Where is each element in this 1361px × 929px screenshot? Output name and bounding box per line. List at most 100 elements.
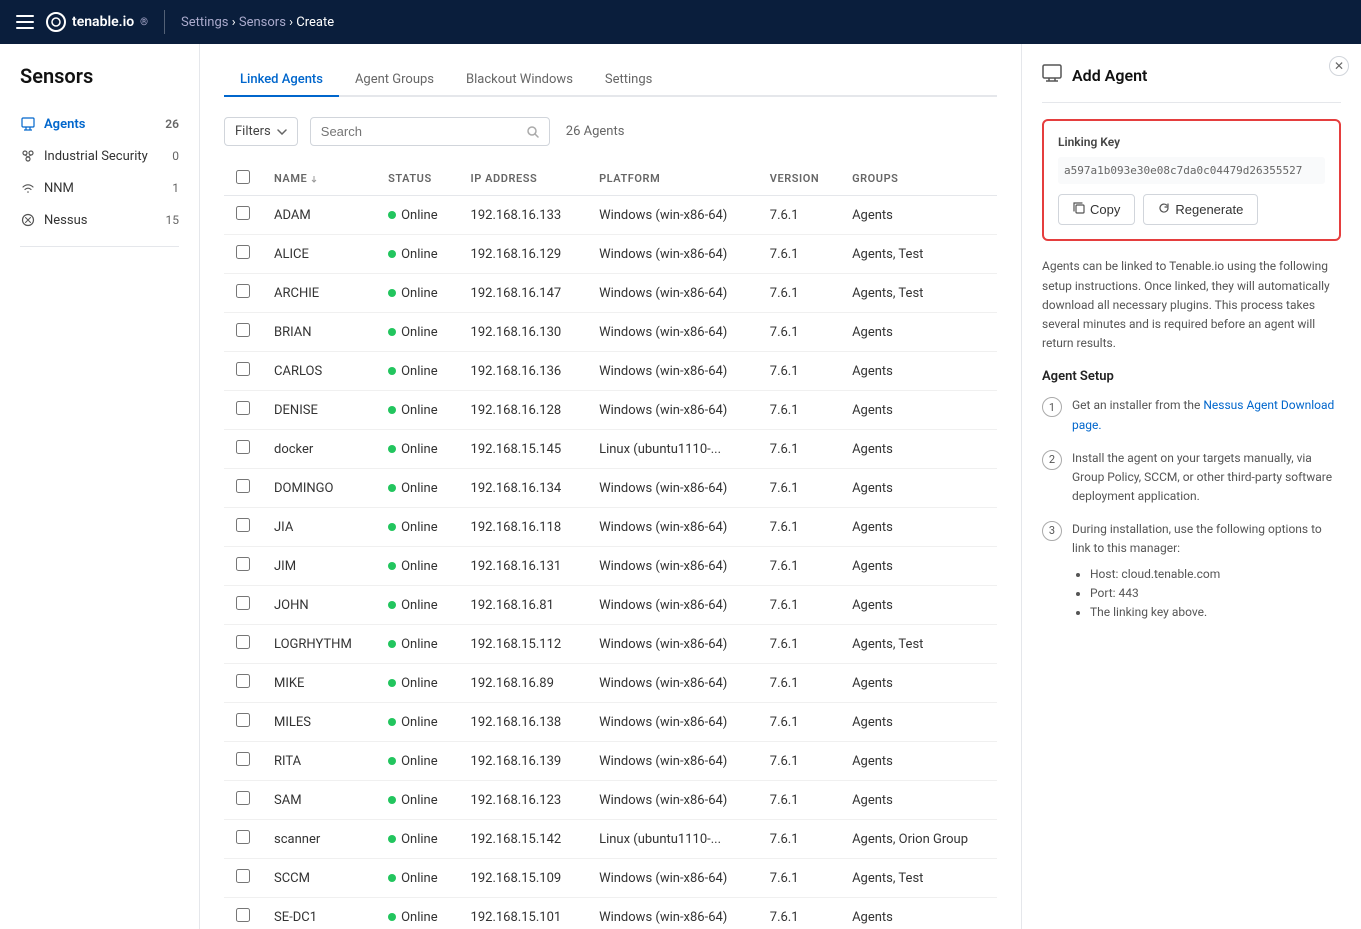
row-checkbox[interactable] (236, 518, 250, 532)
row-checkbox[interactable] (236, 362, 250, 376)
breadcrumb-settings[interactable]: Settings (181, 15, 228, 30)
name-sort[interactable]: NAME (274, 172, 318, 185)
row-name: BRIAN (262, 313, 376, 352)
select-all-checkbox[interactable] (236, 170, 250, 184)
tabs-bar: Linked Agents Agent Groups Blackout Wind… (224, 64, 997, 97)
status-dot (388, 484, 396, 492)
row-platform: Windows (win-x86-64) (587, 703, 758, 742)
status-text: Online (401, 520, 438, 535)
row-platform: Windows (win-x86-64) (587, 664, 758, 703)
row-checkbox[interactable] (236, 479, 250, 493)
row-status: Online (376, 586, 458, 625)
main-layout: Sensors Agents 26 Industrial Security 0 … (0, 44, 1361, 929)
row-checkbox[interactable] (236, 830, 250, 844)
setup-step-1: 1 Get an installer from the Nessus Agent… (1042, 396, 1341, 434)
row-platform: Windows (win-x86-64) (587, 625, 758, 664)
col-platform: PLATFORM (587, 162, 758, 196)
status-dot (388, 367, 396, 375)
breadcrumb-sensors[interactable]: Sensors (239, 15, 286, 30)
row-groups: Agents (840, 196, 997, 235)
status-dot (388, 211, 396, 219)
row-checkbox[interactable] (236, 713, 250, 727)
status-text: Online (401, 793, 438, 808)
wifi-icon (20, 180, 36, 196)
row-name: scanner (262, 820, 376, 859)
row-name: SAM (262, 781, 376, 820)
row-checkbox[interactable] (236, 674, 250, 688)
row-groups: Agents, Orion Group (840, 820, 997, 859)
row-checkbox-cell (224, 547, 262, 586)
step-3-bullets: Host: cloud.tenable.com Port: 443 The li… (1076, 565, 1341, 623)
row-platform: Windows (win-x86-64) (587, 274, 758, 313)
close-button[interactable]: ✕ (1329, 56, 1349, 76)
row-checkbox[interactable] (236, 323, 250, 337)
table-header: NAME STATUS IP ADDRESS PLATFORM VERSION … (224, 162, 997, 196)
row-checkbox[interactable] (236, 284, 250, 298)
row-checkbox[interactable] (236, 908, 250, 922)
row-status: Online (376, 820, 458, 859)
status-text: Online (401, 871, 438, 886)
row-name: ADAM (262, 196, 376, 235)
logo-circle (46, 12, 66, 32)
sidebar-item-industrial-security[interactable]: Industrial Security 0 (0, 140, 199, 172)
breadcrumb-create: Create (296, 15, 334, 30)
col-ip: IP ADDRESS (459, 162, 588, 196)
sidebar-item-agents[interactable]: Agents 26 (0, 108, 199, 140)
row-ip: 192.168.15.109 (459, 859, 588, 898)
linking-key-value: a597a1b093e30e08c7da0c04479d26355527 (1058, 157, 1325, 184)
row-version: 7.6.1 (758, 391, 840, 430)
table-row: DENISE Online 192.168.16.128 Windows (wi… (224, 391, 997, 430)
row-checkbox-cell (224, 352, 262, 391)
row-checkbox[interactable] (236, 752, 250, 766)
row-ip: 192.168.16.131 (459, 547, 588, 586)
row-checkbox[interactable] (236, 401, 250, 415)
tab-linked-agents[interactable]: Linked Agents (224, 64, 339, 97)
tab-blackout-windows[interactable]: Blackout Windows (450, 64, 589, 97)
tab-settings[interactable]: Settings (589, 64, 668, 97)
regenerate-icon (1158, 202, 1170, 217)
info-text: Agents can be linked to Tenable.io using… (1042, 257, 1341, 353)
search-input[interactable] (321, 124, 521, 139)
status-dot (388, 640, 396, 648)
row-checkbox[interactable] (236, 635, 250, 649)
agents-tbody: ADAM Online 192.168.16.133 Windows (win-… (224, 196, 997, 929)
tab-agent-groups[interactable]: Agent Groups (339, 64, 450, 97)
download-page-link[interactable]: Nessus Agent Download page. (1072, 398, 1334, 431)
row-groups: Agents (840, 469, 997, 508)
row-groups: Agents (840, 391, 997, 430)
row-groups: Agents (840, 508, 997, 547)
agents-label: Agents (44, 117, 157, 132)
hamburger-menu[interactable] (16, 15, 34, 29)
col-status: STATUS (376, 162, 458, 196)
row-version: 7.6.1 (758, 664, 840, 703)
row-checkbox[interactable] (236, 596, 250, 610)
table-row: BRIAN Online 192.168.16.130 Windows (win… (224, 313, 997, 352)
nnm-label: NNM (44, 181, 164, 196)
sidebar-item-nnm[interactable]: NNM 1 (0, 172, 199, 204)
page-title: Sensors (0, 64, 199, 108)
linking-key-section: Linking Key a597a1b093e30e08c7da0c04479d… (1042, 119, 1341, 241)
status-dot (388, 679, 396, 687)
copy-button[interactable]: Copy (1058, 194, 1135, 225)
row-checkbox[interactable] (236, 206, 250, 220)
row-checkbox-cell (224, 274, 262, 313)
row-platform: Windows (win-x86-64) (587, 313, 758, 352)
row-version: 7.6.1 (758, 586, 840, 625)
row-ip: 192.168.16.129 (459, 235, 588, 274)
row-name: JIM (262, 547, 376, 586)
row-groups: Agents (840, 547, 997, 586)
industrial-label: Industrial Security (44, 149, 164, 164)
row-checkbox[interactable] (236, 791, 250, 805)
sidebar-item-nessus[interactable]: Nessus 15 (0, 204, 199, 236)
search-box[interactable] (310, 117, 550, 146)
logo: tenable.io ® (46, 12, 148, 32)
filters-dropdown[interactable]: Filters (224, 117, 298, 146)
row-checkbox[interactable] (236, 440, 250, 454)
row-checkbox[interactable] (236, 557, 250, 571)
row-checkbox[interactable] (236, 245, 250, 259)
row-ip: 192.168.16.147 (459, 274, 588, 313)
row-checkbox[interactable] (236, 869, 250, 883)
regenerate-button[interactable]: Regenerate (1143, 194, 1258, 225)
status-dot (388, 250, 396, 258)
table-row: CARLOS Online 192.168.16.136 Windows (wi… (224, 352, 997, 391)
